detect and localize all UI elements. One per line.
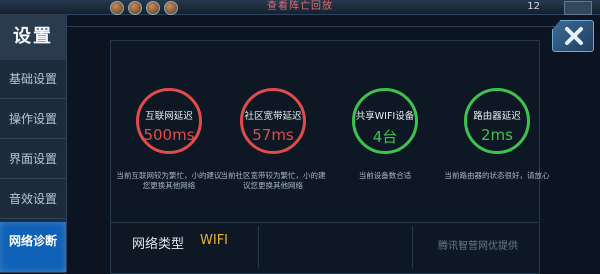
network-type-value: WIFI (200, 233, 228, 248)
sidebar-item-network[interactable]: 网络诊断 (0, 222, 66, 273)
page-title: 设置 (0, 14, 66, 60)
settings-corner-tab (564, 1, 592, 15)
stat-description: 当前互联网较为繁忙，小的建议您更换其他网络 (116, 171, 222, 190)
header-divider (66, 26, 566, 27)
score-readout: 12 (527, 1, 540, 12)
community-broadband-stat: 社区宽带延迟 57ms (240, 88, 312, 160)
footer-divider (110, 222, 538, 223)
stat-description: 当前路由器的状态很好，请放心 (444, 171, 550, 180)
footer-separator (412, 226, 413, 268)
top-status-bar: 查看阵亡回放 12 (0, 0, 600, 15)
sidebar-item-interface[interactable]: 界面设置 (0, 140, 66, 179)
stat-label: 共享WIFI设备 (355, 111, 415, 122)
router-latency-stat: 路由器延迟 2ms (464, 88, 536, 160)
stat-label: 互联网延迟 (145, 111, 193, 122)
sidebar-item-controls[interactable]: 操作设置 (0, 100, 66, 139)
sidebar-item-basic[interactable]: 基础设置 (0, 60, 66, 99)
network-type-label: 网络类型 (132, 237, 185, 252)
close-button[interactable] (552, 20, 594, 52)
provider-credit: 腾讯智营网优提供 (438, 241, 518, 252)
internet-latency-stat: 互联网延迟 500ms (136, 88, 208, 160)
replay-hint: 查看阵亡回放 (267, 1, 333, 12)
stat-value: 57ms (252, 126, 294, 144)
close-icon (565, 27, 583, 45)
stat-label: 路由器延迟 (473, 111, 521, 122)
stat-value: 500ms (143, 126, 195, 144)
stat-description: 当前设备数合适 (358, 171, 412, 180)
stat-value: 2ms (481, 126, 513, 144)
sidebar-item-audio[interactable]: 音效设置 (0, 180, 66, 219)
stat-description: 当前社区宽带较为繁忙，小的建议您更换其他网络 (220, 171, 326, 190)
shared-wifi-devices-stat: 共享WIFI设备 4台 (352, 88, 424, 160)
stat-value: 4台 (372, 128, 398, 146)
footer-separator (258, 226, 259, 268)
stat-label: 社区宽带延迟 (244, 111, 302, 122)
